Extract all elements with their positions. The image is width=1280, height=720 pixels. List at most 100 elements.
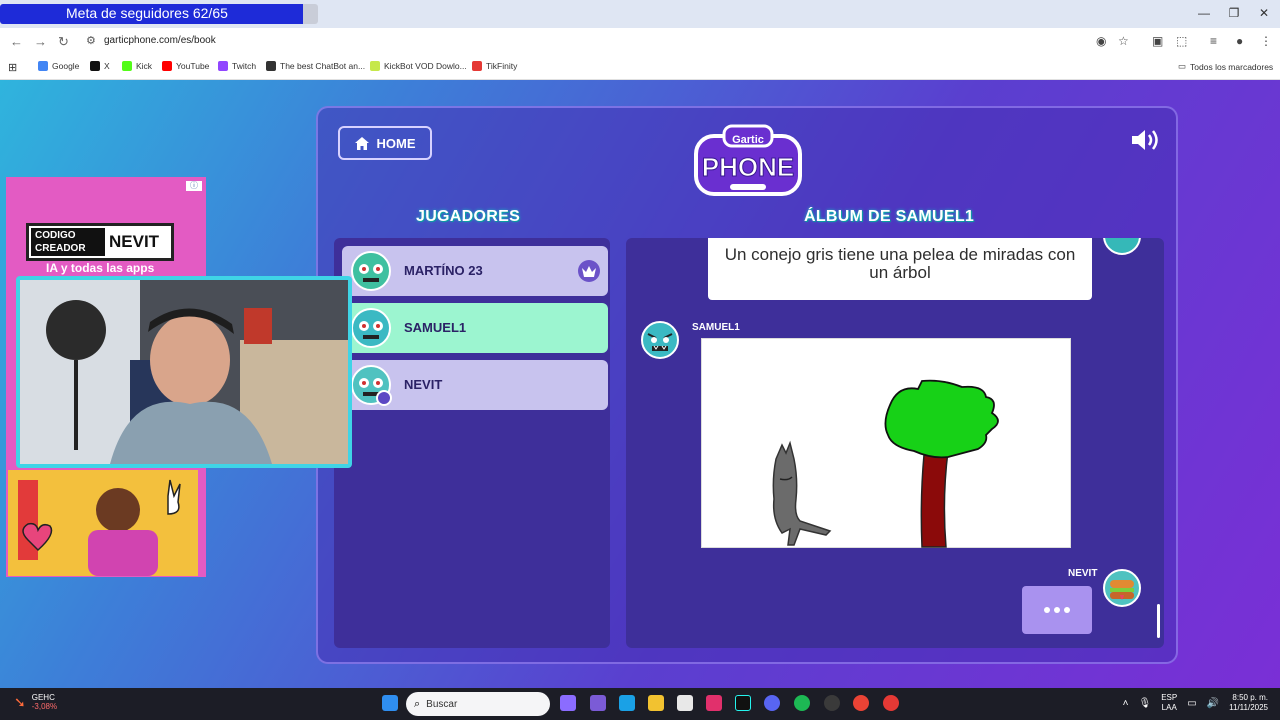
bookmark-label: Twitch: [232, 61, 257, 71]
browser-title-bar: Meta de seguidores 62/65 — ❐ ✕: [0, 0, 1280, 28]
chatbot-icon: [266, 61, 276, 71]
hypno-avatar-icon: [351, 251, 391, 291]
home-icon: [354, 136, 369, 150]
bookmark-kickbot[interactable]: KickBot VOD Dowlo...: [370, 61, 467, 71]
extension-puzzle-icon[interactable]: ▣: [1152, 34, 1163, 48]
bookmark-label: Google: [52, 61, 80, 71]
home-button[interactable]: HOME: [338, 126, 432, 160]
instagram-icon[interactable]: [706, 695, 722, 711]
spotify-icon[interactable]: [794, 695, 810, 711]
microphone-icon[interactable]: 🎙: [1139, 698, 1152, 709]
bookmark-chatbot[interactable]: The best ChatBot an...: [266, 61, 365, 71]
bookmark-label: KickBot VOD Dowlo...: [384, 61, 467, 71]
album-scrollbar[interactable]: [1157, 604, 1160, 638]
player-drawing: [701, 338, 1071, 548]
burger-avatar-icon: [1103, 569, 1141, 607]
creator-code-badge: CODIGO CREADOR NEVIT: [26, 223, 174, 261]
bookmark-x[interactable]: X: [90, 61, 110, 71]
host-crown-icon: [578, 260, 600, 282]
taskbar-search-label: Buscar: [426, 698, 458, 710]
tikfinity-icon: [472, 61, 482, 71]
keyboard-layout: LAA: [1161, 703, 1177, 712]
x-icon: [90, 61, 100, 71]
tray-overflow-icon[interactable]: ˄: [1123, 698, 1129, 709]
player-name: MARTÍNO 23: [404, 263, 483, 278]
prompt-caption: Un conejo gris tiene una pelea de mirada…: [708, 238, 1092, 300]
bookmark-label: YouTube: [176, 61, 210, 71]
clock[interactable]: 8:50 p. m. 11/11/2025: [1229, 693, 1268, 713]
url-field[interactable]: ⚙ garticphone.com/es/book: [80, 31, 1148, 53]
game-controller-icon[interactable]: [590, 695, 606, 711]
player-row: NEVIT: [342, 360, 608, 410]
discord-icon[interactable]: [764, 695, 780, 711]
bookmark-label: Kick: [136, 61, 153, 71]
search-icon: ⌕: [414, 697, 421, 710]
creator-code-line2: CREADOR: [35, 243, 86, 254]
ad-illustration: [8, 470, 198, 576]
drawing-author: SAMUEL1: [692, 322, 740, 333]
reload-icon[interactable]: ↻: [58, 34, 69, 50]
network-icon[interactable]: ▭: [1187, 698, 1196, 709]
eye-slash-icon[interactable]: ◉: [1096, 34, 1106, 48]
taskbar-search[interactable]: ⌕ Buscar: [406, 692, 550, 716]
all-bookmarks-label: Todos los marcadores: [1190, 61, 1274, 72]
player-name: NEVIT: [404, 377, 443, 392]
minimize-icon[interactable]: —: [1194, 6, 1214, 20]
all-bookmarks-button[interactable]: ▭ Todos los marcadores: [1178, 61, 1273, 72]
obs-icon[interactable]: [824, 695, 840, 711]
language-code: ESP: [1161, 693, 1178, 702]
tiktok-icon[interactable]: [735, 695, 751, 711]
stock-name: GEHC: [31, 693, 55, 702]
ad-info-icon[interactable]: ⓘ: [186, 181, 202, 191]
ad-image: [8, 470, 198, 576]
bookmark-kick[interactable]: Kick: [122, 61, 152, 71]
profile-avatar-icon[interactable]: ●: [1236, 34, 1243, 48]
sound-icon[interactable]: [1130, 128, 1160, 152]
monster-avatar-icon: [641, 321, 679, 359]
webcam-feed: [20, 280, 348, 464]
player-row: SAMUEL1: [342, 303, 608, 353]
stock-widget[interactable]: ➘ GEHC -3,08%: [14, 693, 57, 711]
clock-date: 11/11/2025: [1229, 703, 1268, 712]
album-feed[interactable]: Un conejo gris tiene una pelea de mirada…: [626, 238, 1164, 648]
volume-icon[interactable]: 🔊: [1207, 698, 1219, 709]
language-indicator[interactable]: ESP LAA: [1161, 693, 1177, 713]
menu-dots-icon[interactable]: ⋮: [1260, 34, 1272, 48]
file-explorer-icon[interactable]: [648, 695, 664, 711]
bookmarks-bar: ⊞ Google X Kick YouTube Twitch The best ChatB…: [0, 56, 1280, 80]
streaming-app-icon[interactable]: [883, 695, 899, 711]
forward-icon[interactable]: →: [34, 34, 47, 49]
windows-start-icon[interactable]: [382, 695, 398, 711]
player-name: SAMUEL1: [404, 320, 467, 335]
chrome-icon[interactable]: [853, 695, 869, 711]
home-label: HOME: [376, 135, 416, 151]
site-settings-icon[interactable]: ⚙: [86, 34, 96, 47]
back-icon[interactable]: ←: [10, 34, 23, 49]
system-tray: ˄ 🎙 ESP LAA ▭ 🔊 8:50 p. m. 11/11/2025: [1123, 693, 1268, 713]
edge-icon[interactable]: [619, 695, 635, 711]
kickbot-icon: [370, 61, 380, 71]
google-icon: [38, 61, 48, 71]
star-icon[interactable]: ☆: [1118, 34, 1129, 48]
bookmark-twitch[interactable]: Twitch: [218, 61, 256, 71]
apps-grid-icon[interactable]: ⊞: [8, 61, 17, 74]
extensions-icon[interactable]: ⬚: [1176, 34, 1187, 48]
bookmark-label: TikFinity: [486, 61, 518, 71]
clock-time: 8:50 p. m.: [1232, 693, 1268, 702]
copilot-icon[interactable]: [560, 695, 576, 711]
media-controls-icon[interactable]: ≡: [1210, 34, 1217, 48]
url-text: garticphone.com/es/book: [104, 35, 216, 46]
bookmark-youtube[interactable]: YouTube: [162, 61, 209, 71]
game-page: HOME Gartic PHONE JUGADORES ÁLBUM DE SAM…: [0, 80, 1280, 688]
close-icon[interactable]: ✕: [1254, 6, 1274, 20]
typing-indicator: [1022, 586, 1092, 634]
restore-icon[interactable]: ❐: [1224, 6, 1244, 20]
windows-taskbar: ➘ GEHC -3,08% ⌕ Buscar ˄ 🎙 ESP LAA ▭ 🔊 8…: [0, 688, 1280, 720]
store-icon[interactable]: [677, 695, 693, 711]
creator-code-line1: CODIGO: [35, 230, 76, 241]
creator-name: NEVIT: [109, 232, 160, 251]
svg-text:PHONE: PHONE: [702, 152, 794, 182]
bookmark-tikfinity[interactable]: TikFinity: [472, 61, 517, 71]
monster-avatar-icon: [1103, 238, 1141, 255]
bookmark-google[interactable]: Google: [38, 61, 79, 71]
